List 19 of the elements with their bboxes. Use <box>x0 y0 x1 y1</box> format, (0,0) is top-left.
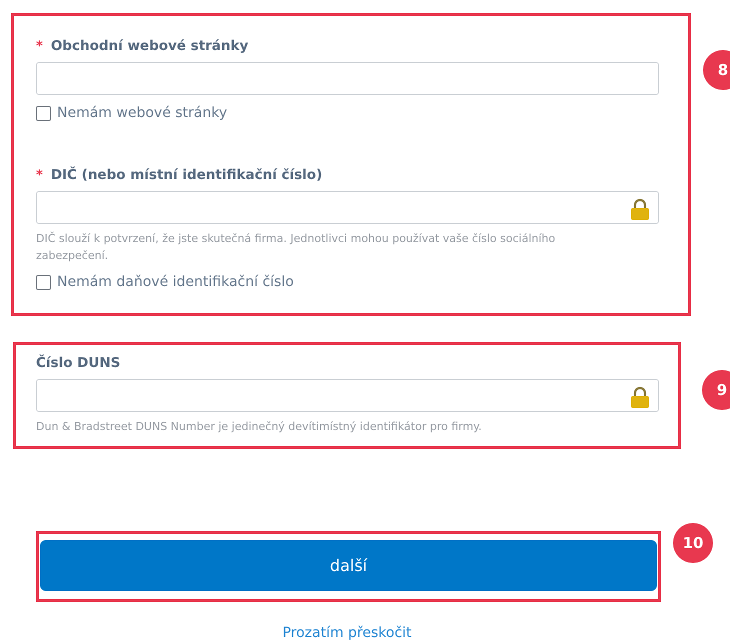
step-badge: 9 <box>702 370 730 410</box>
checkbox-option[interactable]: Nemám daňové identifikační číslo <box>36 274 659 290</box>
step-badge: 10 <box>673 523 713 563</box>
required-asterisk: * <box>36 168 43 182</box>
checkbox[interactable] <box>36 274 51 290</box>
help-text: DIČ slouží k potvrzení, že jste skutečná firma. Jednotlivci mohou používat vaše číslo sociálního zabezpečení. <box>36 230 556 264</box>
field-label: DIČ (nebo místní identifikační číslo) <box>50 167 322 183</box>
input-field[interactable] <box>36 379 659 412</box>
field-label: Obchodní webové stránky <box>50 38 248 54</box>
help-text: Dun & Bradstreet DUNS Number je jedinečný devítimístný identifikátor pro firmy. <box>36 419 483 435</box>
required-asterisk: * <box>36 38 43 54</box>
input-field[interactable] <box>36 62 659 95</box>
checkbox-option[interactable]: Nemám webové stránky <box>36 105 659 121</box>
input-field[interactable] <box>36 191 659 224</box>
step-badge: 8 <box>703 50 730 90</box>
checkbox[interactable] <box>36 106 51 120</box>
field-label: Číslo DUNS <box>36 355 120 371</box>
skip-link[interactable]: Prozatím přeskočit <box>282 625 412 641</box>
next-button[interactable]: další <box>40 540 657 591</box>
